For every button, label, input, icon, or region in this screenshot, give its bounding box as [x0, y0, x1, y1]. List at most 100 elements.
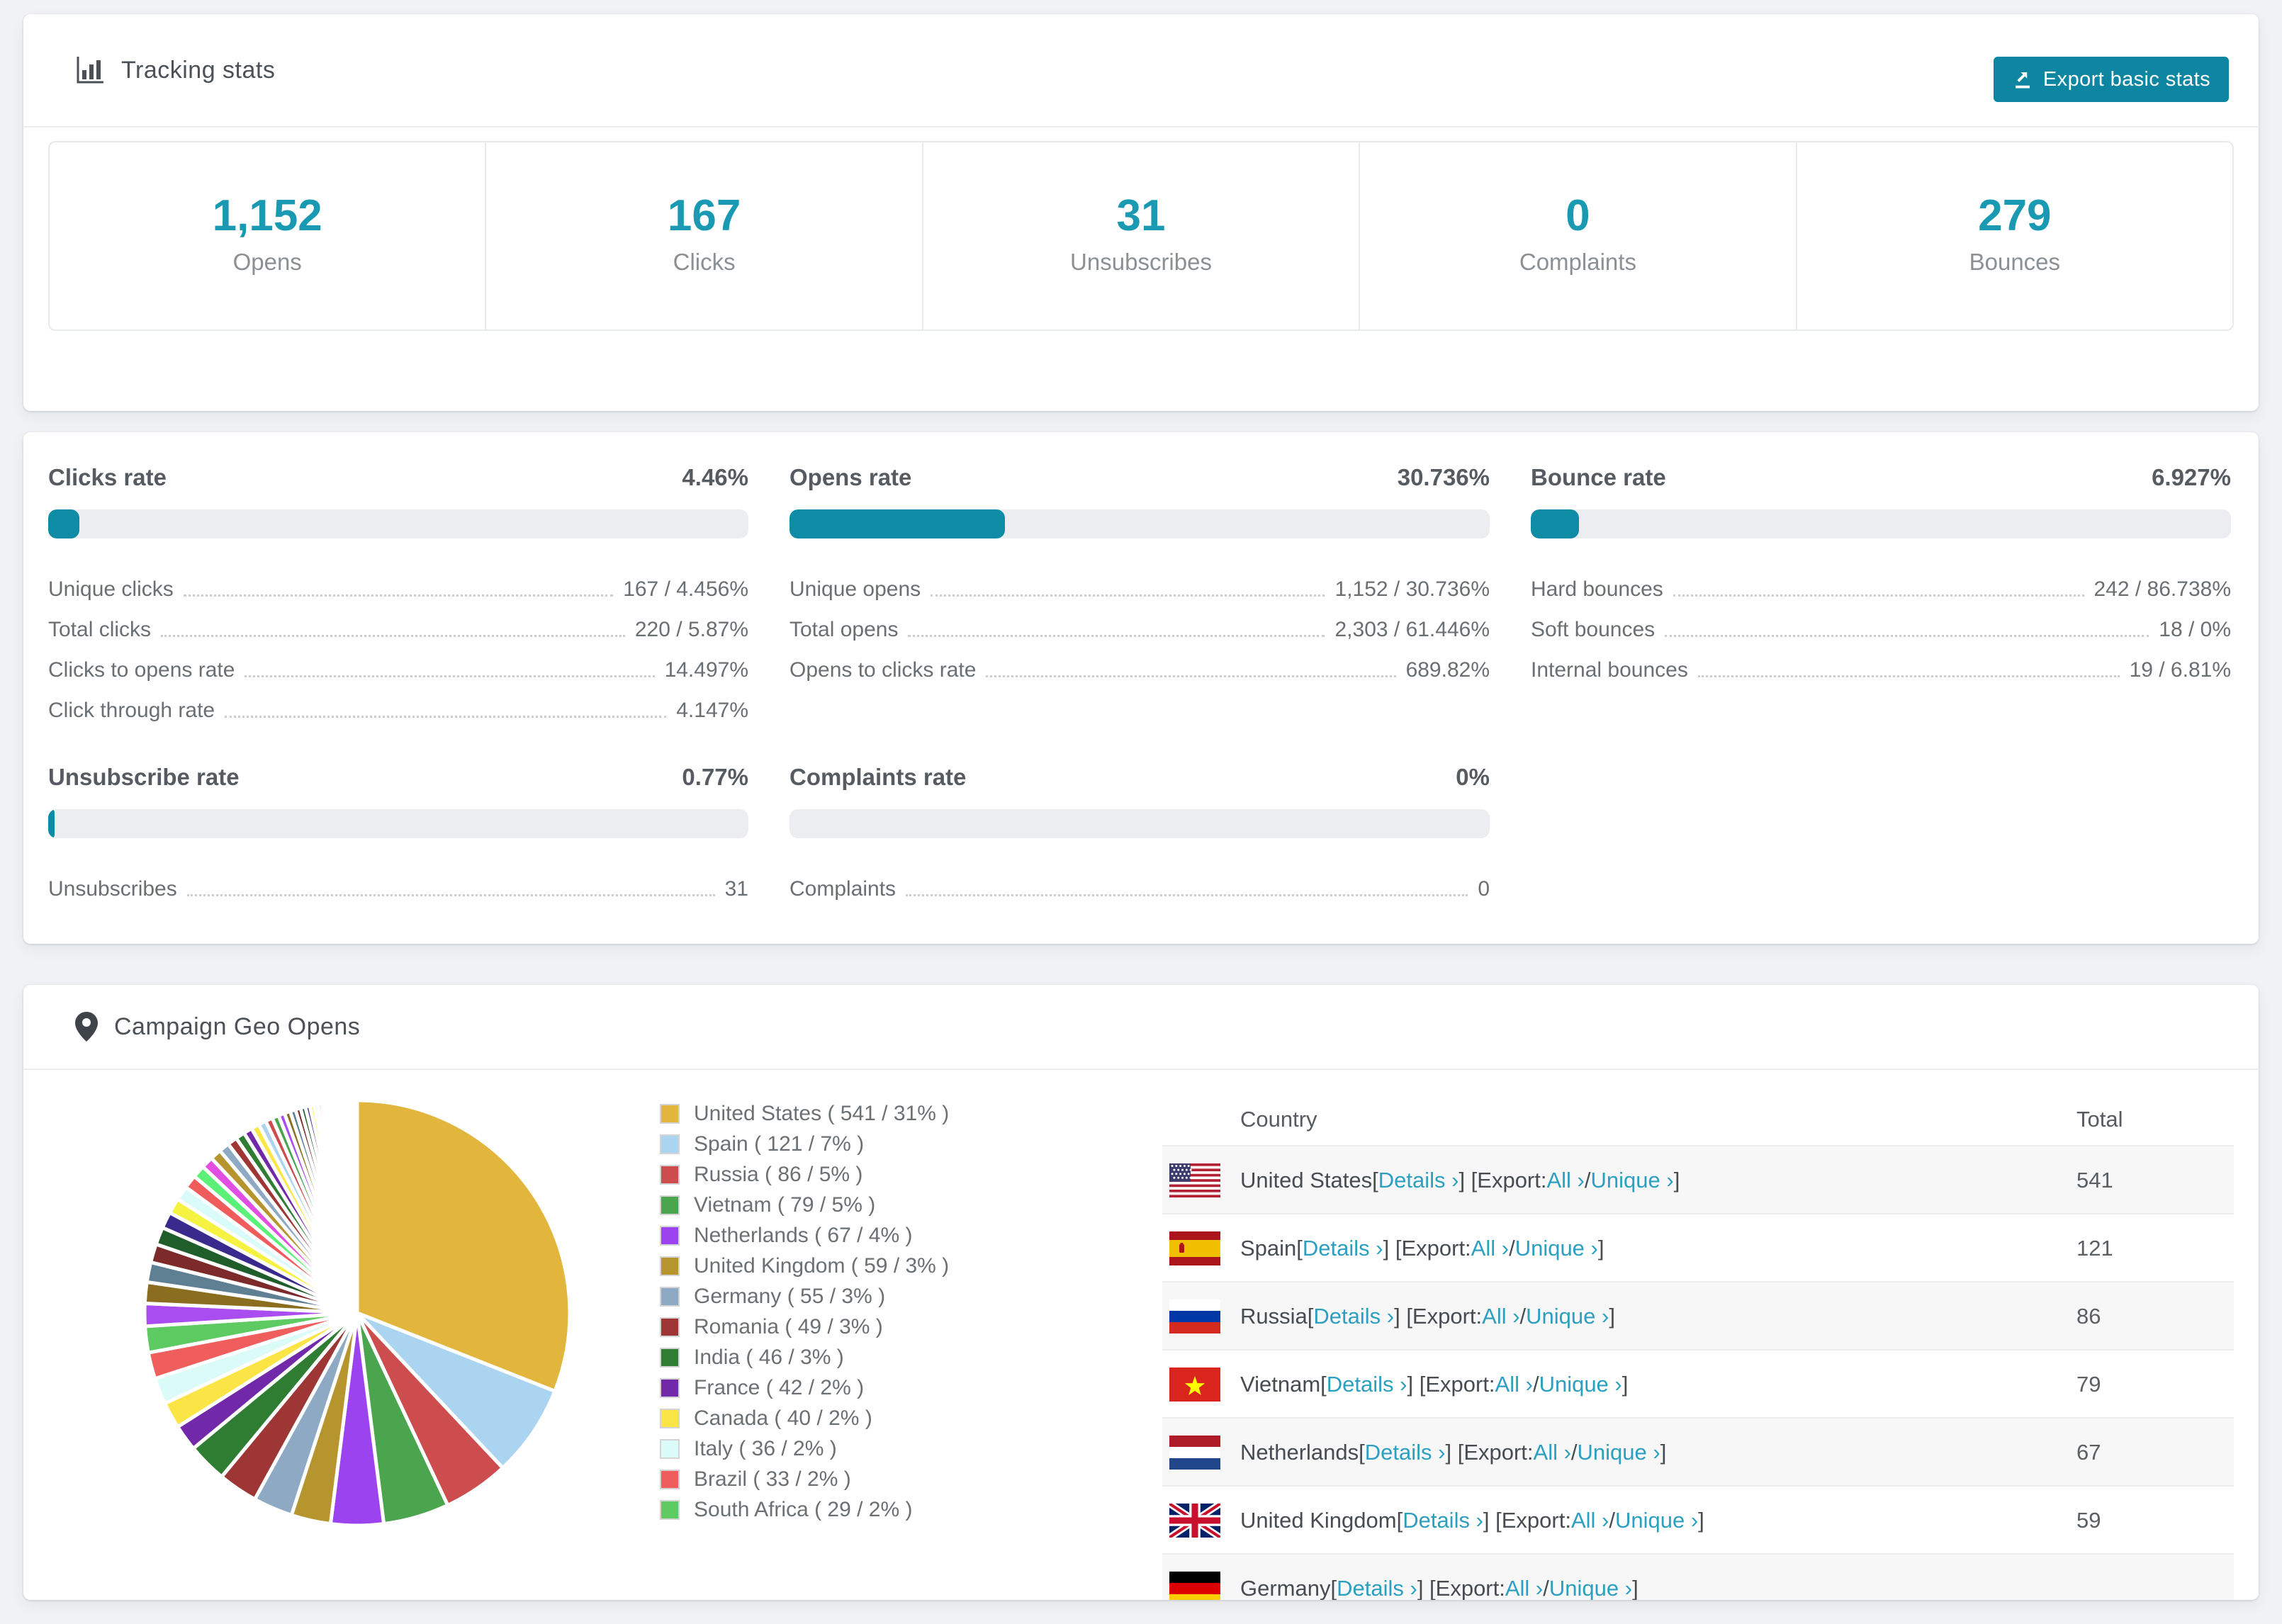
- table-row: Germany [Details ›] [Export: All › / Uni…: [1162, 1553, 2234, 1600]
- summary-label: Bounces: [1969, 249, 2061, 276]
- summary-value: 1,152: [212, 191, 322, 240]
- rate-detail-rows: Unsubscribes 31: [48, 865, 748, 906]
- export-button-label: Export basic stats: [2042, 67, 2210, 91]
- stat-row: Unique clicks 167 / 4.456%: [48, 565, 748, 606]
- dotted-leader: [986, 675, 1396, 677]
- legend-item[interactable]: India ( 46 / 3% ): [660, 1342, 949, 1372]
- tracking-stats-header: Tracking stats Export basic stats: [23, 14, 2259, 128]
- legend-item[interactable]: Italy ( 36 / 2% ): [660, 1433, 949, 1464]
- details-link[interactable]: Details ›: [1365, 1440, 1446, 1465]
- legend-swatch: [660, 1347, 680, 1368]
- export-all-link[interactable]: All ›: [1495, 1372, 1533, 1397]
- legend-item[interactable]: Vietnam ( 79 / 5% ): [660, 1190, 949, 1220]
- stat-label: Internal bounces: [1531, 658, 1688, 682]
- export-all-link[interactable]: All ›: [1534, 1440, 1571, 1465]
- rate-title: Unsubscribe rate: [48, 764, 240, 790]
- legend-label: United Kingdom ( 59 / 3% ): [694, 1253, 950, 1278]
- stat-label: Complaints: [789, 877, 896, 901]
- export-unique-link[interactable]: Unique ›: [1591, 1168, 1674, 1193]
- legend-item[interactable]: Spain ( 121 / 7% ): [660, 1129, 949, 1159]
- rate-title: Clicks rate: [48, 464, 167, 490]
- stat-value: 0: [1478, 877, 1490, 901]
- progress-fill: [789, 509, 1005, 538]
- rate-value: 4.46%: [682, 464, 748, 490]
- export-basic-stats-button[interactable]: Export basic stats: [1993, 57, 2229, 102]
- legend-swatch: [660, 1469, 680, 1489]
- legend-item[interactable]: United Kingdom ( 59 / 3% ): [660, 1251, 949, 1281]
- stat-value: 689.82%: [1405, 658, 1490, 682]
- legend-label: India ( 46 / 3% ): [694, 1345, 844, 1369]
- legend-item[interactable]: Canada ( 40 / 2% ): [660, 1403, 949, 1433]
- dotted-leader: [183, 594, 614, 597]
- stat-row: Unsubscribes 31: [48, 865, 748, 906]
- details-link[interactable]: Details ›: [1303, 1236, 1383, 1261]
- export-all-link[interactable]: All ›: [1482, 1304, 1519, 1329]
- details-link[interactable]: Details ›: [1327, 1372, 1407, 1397]
- legend-label: Russia ( 86 / 5% ): [694, 1162, 863, 1186]
- legend-item[interactable]: Netherlands ( 67 / 4% ): [660, 1220, 949, 1251]
- rate-title: Bounce rate: [1531, 464, 1666, 490]
- geo-table: Country Total United States [Details ›] …: [1162, 1090, 2234, 1600]
- export-all-link[interactable]: All ›: [1471, 1236, 1509, 1261]
- rate-section: Bounce rate 6.927% Hard bounces 242 / 86…: [1531, 464, 2231, 727]
- rate-detail-rows: Hard bounces 242 / 86.738% Soft bounces …: [1531, 565, 2231, 687]
- bar-chart-icon: [77, 57, 103, 84]
- legend-label: Romania ( 49 / 3% ): [694, 1314, 883, 1338]
- progress-bar: [48, 809, 748, 838]
- stat-row: Opens to clicks rate 689.82%: [789, 646, 1490, 687]
- legend-item[interactable]: Russia ( 86 / 5% ): [660, 1159, 949, 1190]
- progress-fill: [48, 509, 80, 538]
- legend-item[interactable]: South Africa ( 29 / 2% ): [660, 1494, 949, 1525]
- export-all-link[interactable]: All ›: [1546, 1168, 1584, 1193]
- export-icon: [2015, 72, 2030, 89]
- country-name: Netherlands: [1240, 1440, 1359, 1465]
- dotted-leader: [931, 594, 1325, 597]
- export-all-link[interactable]: All ›: [1571, 1508, 1609, 1533]
- table-row: United States [Details ›] [Export: All ›…: [1162, 1145, 2234, 1213]
- country-header: Country: [1240, 1107, 1317, 1132]
- legend-label: Spain ( 121 / 7% ): [694, 1132, 865, 1156]
- summary-label: Complaints: [1519, 249, 1636, 276]
- stat-label: Unique clicks: [48, 577, 174, 601]
- export-unique-link[interactable]: Unique ›: [1526, 1304, 1609, 1329]
- total-header: Total: [2076, 1107, 2123, 1132]
- map-pin-icon: [75, 1012, 98, 1042]
- total-value: 67: [2076, 1440, 2101, 1465]
- dotted-leader: [1697, 675, 2120, 677]
- legend-label: Italy ( 36 / 2% ): [694, 1436, 837, 1460]
- legend-item[interactable]: Brazil ( 33 / 2% ): [660, 1464, 949, 1494]
- stat-value: 14.497%: [664, 658, 748, 682]
- legend-swatch: [660, 1316, 680, 1337]
- total-value: 59: [2076, 1508, 2101, 1533]
- total-value: 121: [2076, 1236, 2113, 1261]
- export-unique-link[interactable]: Unique ›: [1515, 1236, 1598, 1261]
- summary-value: 279: [1978, 191, 2052, 240]
- export-unique-link[interactable]: Unique ›: [1539, 1372, 1622, 1397]
- details-link[interactable]: Details ›: [1313, 1304, 1394, 1329]
- export-unique-link[interactable]: Unique ›: [1615, 1508, 1698, 1533]
- dotted-leader: [225, 716, 667, 718]
- rate-detail-rows: Unique clicks 167 / 4.456% Total clicks …: [48, 565, 748, 727]
- stat-row: Complaints 0: [789, 865, 1490, 906]
- details-link[interactable]: Details ›: [1337, 1576, 1417, 1600]
- stat-value: 31: [724, 877, 748, 901]
- country-cell: Netherlands [Details ›] [Export: All › /…: [1240, 1440, 1667, 1465]
- export-all-link[interactable]: All ›: [1505, 1576, 1543, 1600]
- dotted-leader: [906, 894, 1468, 896]
- vn-flag-icon: [1169, 1368, 1220, 1402]
- summary-box: 31 Unsubscribes: [921, 142, 1359, 329]
- legend-item[interactable]: Romania ( 49 / 3% ): [660, 1312, 949, 1342]
- pie-slice[interactable]: [354, 1098, 359, 1314]
- export-unique-link[interactable]: Unique ›: [1578, 1440, 1660, 1465]
- details-link[interactable]: Details ›: [1378, 1168, 1459, 1193]
- legend-item[interactable]: United States ( 541 / 31% ): [660, 1098, 949, 1129]
- progress-fill: [48, 809, 55, 838]
- export-unique-link[interactable]: Unique ›: [1549, 1576, 1632, 1600]
- stat-row: Soft bounces 18 / 0%: [1531, 606, 2231, 646]
- country-cell: Spain [Details ›] [Export: All › / Uniqu…: [1240, 1236, 1604, 1261]
- legend-item[interactable]: France ( 42 / 2% ): [660, 1372, 949, 1403]
- details-link[interactable]: Details ›: [1403, 1508, 1483, 1533]
- summary-label: Unsubscribes: [1070, 249, 1212, 276]
- legend-item[interactable]: Germany ( 55 / 3% ): [660, 1281, 949, 1312]
- ru-flag-icon: [1169, 1299, 1220, 1333]
